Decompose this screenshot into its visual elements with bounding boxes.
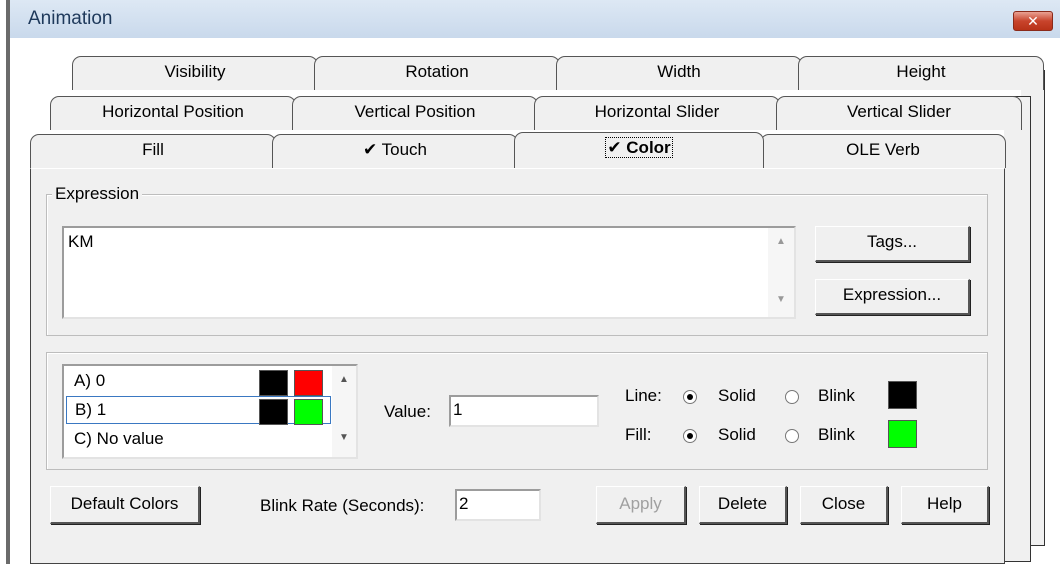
fill-solid-radio[interactable] [683,429,697,443]
line-solid-radio[interactable] [683,390,697,404]
fill-blink-label: Blink [818,425,855,444]
line-color-button[interactable] [888,381,917,409]
window-title: Animation [28,8,113,29]
tab-label: Horizontal Position [102,102,244,121]
tab-color[interactable]: ✔ Color [514,132,764,168]
tab-horizontal-position[interactable]: Horizontal Position [50,96,296,130]
help-button[interactable]: Help [901,486,989,524]
tags-button[interactable]: Tags... [815,226,970,262]
list-item-label: C) No value [74,429,164,448]
tab-height[interactable]: Height [798,56,1044,90]
fill-color-button[interactable] [888,420,917,448]
tab-rotation[interactable]: Rotation [314,56,560,90]
line-blink-label: Blink [818,386,855,405]
tab-ole-verb[interactable]: OLE Verb [760,134,1006,168]
line-color-swatch [259,370,288,396]
tab-horizontal-slider[interactable]: Horizontal Slider [534,96,780,130]
close-window-button[interactable]: ✕ [1013,11,1053,31]
value-label: Value: [384,402,431,421]
fill-label: Fill: [625,425,652,444]
fill-color-swatch [294,399,323,425]
tab-label: OLE Verb [846,140,920,159]
apply-button[interactable]: Apply [596,486,686,524]
line-solid-label: Solid [718,386,756,405]
blink-rate-label: Blink Rate (Seconds): [260,496,425,515]
close-icon: ✕ [1027,13,1039,29]
line-label: Line: [625,386,662,405]
fill-blink-radio[interactable] [785,429,799,443]
tab-label: Horizontal Slider [594,102,720,121]
scroll-up-icon[interactable]: ▲ [773,236,789,247]
close-button[interactable]: Close [800,486,888,524]
scroll-down-icon[interactable]: ▼ [336,432,352,443]
value-input[interactable]: 1 [449,395,599,427]
fill-color-swatch [294,370,323,396]
list-item[interactable]: A) 0 [66,368,331,396]
value-color-list[interactable]: A) 0 B) 1 C) No value ▲ ▼ [62,364,358,459]
tab-label: Width [657,62,701,81]
tab-page-middle [1004,96,1031,562]
title-bar: Animation ✕ [10,0,1060,38]
tab-label: Fill [142,140,164,159]
list-item-label: B) 1 [75,400,107,419]
expression-text: KM [68,232,94,251]
list-item[interactable]: C) No value [66,426,331,454]
tab-fill[interactable]: Fill [30,134,276,168]
list-scrollbar[interactable]: ▲ ▼ [332,366,356,457]
line-color-swatch [259,399,288,425]
blink-rate-input[interactable]: 2 [455,489,541,521]
tab-vertical-position[interactable]: Vertical Position [292,96,538,130]
tab-label: ✔ Touch [362,140,428,159]
scroll-down-icon[interactable]: ▼ [773,294,789,305]
expression-scrollbar[interactable]: ▲ ▼ [768,228,794,317]
fill-solid-label: Solid [718,425,756,444]
expression-input[interactable]: KM ▲ ▼ [62,226,796,319]
line-blink-radio[interactable] [785,390,799,404]
delete-button[interactable]: Delete [699,486,787,524]
tab-label: Visibility [164,62,226,81]
tab-label: Rotation [405,62,469,81]
tab-label: Vertical Slider [847,102,951,121]
expression-button[interactable]: Expression... [815,279,970,315]
expression-group-label: Expression [52,184,143,204]
window-frame-left [6,0,10,564]
tab-visibility[interactable]: Visibility [72,56,318,90]
tab-label: Height [896,62,946,81]
tab-vertical-slider[interactable]: Vertical Slider [776,96,1022,130]
list-item-selected[interactable]: B) 1 [66,396,331,424]
scroll-up-icon[interactable]: ▲ [336,374,352,385]
tab-width[interactable]: Width [556,56,802,90]
tab-touch[interactable]: ✔ Touch [272,134,518,168]
list-item-label: A) 0 [74,371,106,390]
tab-label: ✔ Color [605,137,673,158]
tab-label: Vertical Position [354,102,476,121]
default-colors-button[interactable]: Default Colors [50,486,200,524]
